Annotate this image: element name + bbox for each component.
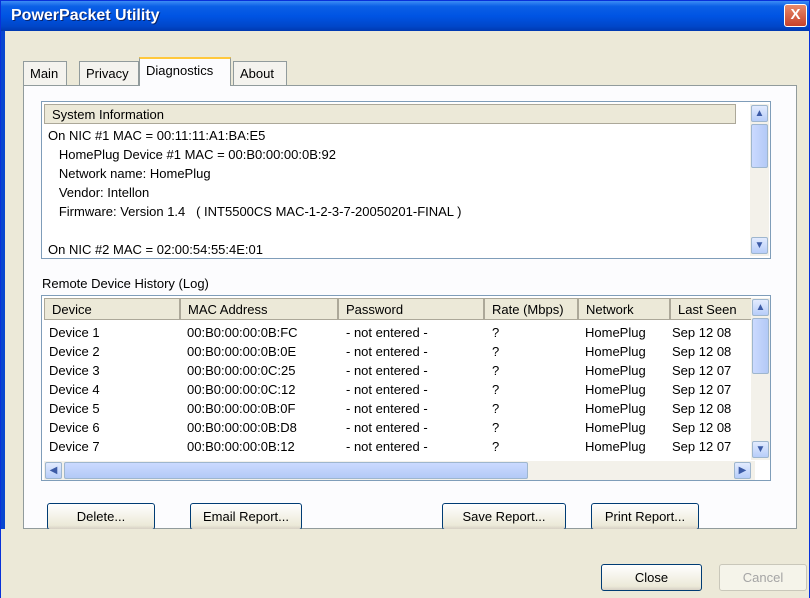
cell-rate: ? [492, 344, 500, 359]
cell-mac: 00:B0:00:00:0B:0F [187, 401, 296, 416]
scroll-thumb[interactable] [751, 124, 768, 168]
cell-password: - not entered - [346, 420, 428, 435]
cell-device: Device 1 [49, 325, 100, 340]
column-header-device[interactable]: Device [44, 298, 180, 320]
cell-last-seen: Sep 12 08 [672, 420, 732, 435]
cell-network: HomePlug [585, 439, 646, 454]
cell-password: - not entered - [346, 344, 428, 359]
cell-rate: ? [492, 382, 500, 397]
table-row[interactable]: Device 4 00:B0:00:00:0C:12 - not entered… [49, 380, 749, 399]
device-log-table[interactable]: Device MAC Address Password Rate (Mbps) … [41, 295, 771, 481]
tab-diagnostics[interactable]: Diagnostics [139, 57, 231, 86]
tab-privacy[interactable]: Privacy [79, 61, 139, 85]
cell-network: HomePlug [585, 420, 646, 435]
system-info-line: Firmware: Version 1.4 ( INT5500CS MAC-1-… [48, 204, 462, 219]
cell-device: Device 5 [49, 401, 100, 416]
cell-network: HomePlug [585, 382, 646, 397]
cell-mac: 00:B0:00:00:0B:12 [187, 439, 295, 454]
column-header-last-seen[interactable]: Last Seen [670, 298, 752, 320]
cancel-button: Cancel [719, 564, 807, 591]
cell-mac: 00:B0:00:00:0B:0E [187, 344, 297, 359]
table-row[interactable]: Device 2 00:B0:00:00:0B:0E - not entered… [49, 342, 749, 361]
scroll-thumb[interactable] [64, 462, 528, 479]
cell-last-seen: Sep 12 07 [672, 439, 732, 454]
cell-rate: ? [492, 420, 500, 435]
cell-password: - not entered - [346, 363, 428, 378]
column-header-password[interactable]: Password [338, 298, 484, 320]
cell-device: Device 6 [49, 420, 100, 435]
cell-rate: ? [492, 325, 500, 340]
system-info-line: On NIC #2 MAC = 02:00:54:55:4E:01 [48, 242, 263, 257]
log-scrollbar-horizontal[interactable]: ◀ ▶ [44, 461, 755, 480]
left-arrow-icon[interactable]: ◀ [45, 462, 62, 479]
close-window-button[interactable]: X [784, 4, 807, 27]
cell-device: Device 4 [49, 382, 100, 397]
close-button[interactable]: Close [601, 564, 702, 591]
cell-device: Device 3 [49, 363, 100, 378]
cell-last-seen: Sep 12 07 [672, 382, 732, 397]
column-header-rate[interactable]: Rate (Mbps) [484, 298, 578, 320]
system-info-line: Network name: HomePlug [48, 166, 211, 181]
system-info-line: HomePlug Device #1 MAC = 00:B0:00:00:0B:… [48, 147, 336, 162]
cell-last-seen: Sep 12 08 [672, 401, 732, 416]
cell-network: HomePlug [585, 344, 646, 359]
cell-rate: ? [492, 439, 500, 454]
cell-network: HomePlug [585, 401, 646, 416]
cell-rate: ? [492, 363, 500, 378]
system-info-line: On NIC #1 MAC = 00:11:11:A1:BA:E5 [48, 128, 266, 143]
cell-password: - not entered - [346, 325, 428, 340]
title-bar[interactable]: PowerPacket Utility X [1, 1, 809, 31]
table-row[interactable]: Device 7 00:B0:00:00:0B:12 - not entered… [49, 437, 749, 456]
save-report-button[interactable]: Save Report... [442, 503, 566, 530]
table-row[interactable]: Device 5 00:B0:00:00:0B:0F - not entered… [49, 399, 749, 418]
table-row[interactable]: Device 6 00:B0:00:00:0B:D8 - not entered… [49, 418, 749, 437]
down-arrow-icon[interactable]: ▼ [751, 237, 768, 254]
cell-rate: ? [492, 401, 500, 416]
window-title: PowerPacket Utility [11, 7, 160, 24]
cell-last-seen: Sep 12 08 [672, 325, 732, 340]
cell-device: Device 7 [49, 439, 100, 454]
tab-about[interactable]: About [233, 61, 287, 85]
window: PowerPacket Utility X Main Privacy Diagn… [0, 0, 810, 598]
cell-network: HomePlug [585, 363, 646, 378]
window-frame [1, 31, 5, 598]
cell-password: - not entered - [346, 382, 428, 397]
print-report-button[interactable]: Print Report... [591, 503, 699, 530]
system-info-list[interactable]: System Information On NIC #1 MAC = 00:11… [41, 101, 771, 259]
system-info-lines: On NIC #1 MAC = 00:11:11:A1:BA:E5 HomePl… [48, 126, 738, 259]
email-report-button[interactable]: Email Report... [190, 503, 302, 530]
up-arrow-icon[interactable]: ▲ [751, 105, 768, 122]
tab-main[interactable]: Main [23, 61, 67, 85]
log-scrollbar-vertical[interactable]: ▲ ▼ [751, 298, 770, 460]
cell-device: Device 2 [49, 344, 100, 359]
cell-mac: 00:B0:00:00:0C:12 [187, 382, 296, 397]
scroll-thumb[interactable] [752, 318, 769, 374]
system-info-header[interactable]: System Information [44, 104, 736, 124]
cell-mac: 00:B0:00:00:0B:FC [187, 325, 298, 340]
cell-network: HomePlug [585, 325, 646, 340]
table-row[interactable]: Device 1 00:B0:00:00:0B:FC - not entered… [49, 323, 749, 342]
column-header-network[interactable]: Network [578, 298, 670, 320]
down-arrow-icon[interactable]: ▼ [752, 441, 769, 458]
column-header-mac-address[interactable]: MAC Address [180, 298, 338, 320]
log-label: Remote Device History (Log) [42, 276, 209, 291]
system-info-line: Vendor: Intellon [48, 185, 150, 200]
cell-last-seen: Sep 12 08 [672, 344, 732, 359]
system-info-line [48, 221, 738, 240]
system-info-scrollbar[interactable]: ▲ ▼ [750, 104, 769, 256]
delete-button[interactable]: Delete... [47, 503, 155, 530]
right-arrow-icon[interactable]: ▶ [734, 462, 751, 479]
cell-password: - not entered - [346, 439, 428, 454]
cell-last-seen: Sep 12 07 [672, 363, 732, 378]
cell-password: - not entered - [346, 401, 428, 416]
cell-mac: 00:B0:00:00:0C:25 [187, 363, 296, 378]
up-arrow-icon[interactable]: ▲ [752, 299, 769, 316]
table-row[interactable]: Device 3 00:B0:00:00:0C:25 - not entered… [49, 361, 749, 380]
cell-mac: 00:B0:00:00:0B:D8 [187, 420, 297, 435]
